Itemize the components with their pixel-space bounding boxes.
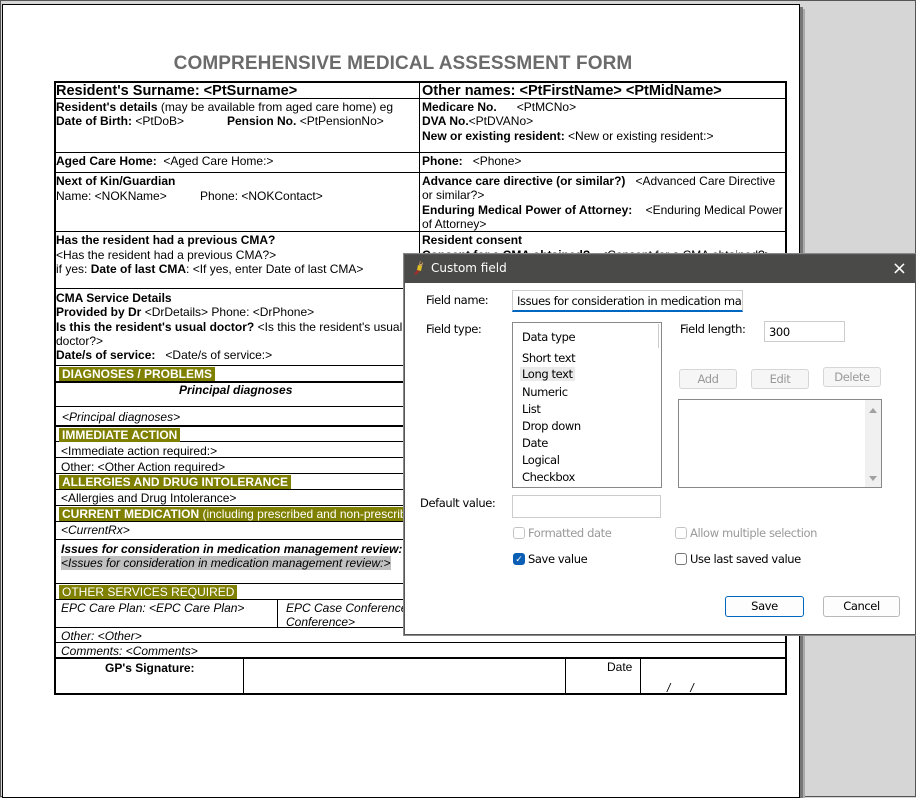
immediate-action-value: <Immediate action required:> xyxy=(61,444,218,458)
allergies-heading: ALLERGIES AND DRUG INTOLERANCE xyxy=(59,475,292,489)
nok-phone: Phone: <NOKContact> xyxy=(200,189,323,203)
new-existing-resident: New or existing resident: <New or existi… xyxy=(422,129,714,143)
residents-details: Resident's details (may be available fro… xyxy=(56,100,394,114)
enduring-power-attorney: Enduring Medical Power of Attorney: <End… xyxy=(422,203,783,217)
formatted-date-label: Formatted date xyxy=(528,526,612,540)
other-action: Other: <Other Action required> xyxy=(61,460,226,474)
resident-surname: Resident's Surname: <PtSurname> xyxy=(56,83,298,99)
other-services-heading: OTHER SERVICES REQUIRED xyxy=(59,585,238,599)
comments: Comments: <Comments> xyxy=(61,644,198,658)
page-title: COMPREHENSIVE MEDICAL ASSESSMENT FORM xyxy=(173,53,633,74)
table-divider xyxy=(565,657,566,695)
field-type-option[interactable]: Short text xyxy=(520,351,577,365)
cancel-button[interactable]: Cancel xyxy=(823,596,900,617)
listbox-scrollbar[interactable] xyxy=(658,324,659,348)
default-value-label: Default value: xyxy=(420,496,496,510)
allergies-value: <Allergies and Drug Intolerance> xyxy=(61,491,237,505)
field-type-header: Data type xyxy=(522,330,576,344)
date-of-birth: Date of Birth: <PtDoB> xyxy=(56,114,185,128)
use-last-saved-label: Use last saved value xyxy=(690,552,801,566)
add-button[interactable]: Add xyxy=(679,369,737,389)
edit-button[interactable]: Edit xyxy=(751,369,809,389)
field-type-option[interactable]: Logical xyxy=(520,453,562,467)
current-medication-heading: CURRENT MEDICATION (including prescribed… xyxy=(59,507,410,521)
nok-name: Name: <NOKName> xyxy=(56,189,167,203)
date-label: Date xyxy=(607,660,633,674)
field-name-label: Field name: xyxy=(426,293,489,307)
field-type-label: Field type: xyxy=(426,322,482,336)
gp-signature-label: GP's Signature: xyxy=(105,661,195,675)
save-button[interactable]: Save xyxy=(725,596,804,617)
field-type-option-selected[interactable]: Long text xyxy=(520,367,575,381)
previous-cma-heading: Has the resident had a previous CMA? xyxy=(56,233,276,247)
current-rx: <CurrentRx> xyxy=(61,523,130,537)
scroll-down-icon[interactable] xyxy=(869,476,877,481)
usual-doctor-cont: doctor?> xyxy=(56,334,104,348)
principal-diagnoses-value: <Principal diagnoses> xyxy=(62,410,181,424)
table-divider xyxy=(54,172,787,173)
dialog-title-bar[interactable]: Custom field × xyxy=(405,255,915,283)
table-divider xyxy=(54,231,787,232)
epc-case-conference-cont: Conference> xyxy=(286,615,356,629)
formatted-date-checkbox[interactable] xyxy=(513,527,525,539)
dialog-title: Custom field xyxy=(431,261,507,275)
other-names: Other names: <PtFirstName> <PtMidName> xyxy=(422,83,722,99)
diagnoses-heading: DIAGNOSES / PROBLEMS xyxy=(59,367,216,381)
immediate-action-heading: IMMEDIATE ACTION xyxy=(59,428,181,442)
save-value-checkbox[interactable]: ✓ xyxy=(513,553,525,565)
field-type-option[interactable]: Checkbox xyxy=(520,470,577,484)
date-slashes: / / xyxy=(667,681,694,695)
table-divider xyxy=(277,599,278,627)
field-type-listbox[interactable]: Data type Short text Long text Numeric L… xyxy=(512,322,662,488)
previous-cma-value: <Has the resident had a previous CMA?> xyxy=(56,248,277,262)
principal-diagnoses-heading: Principal diagnoses xyxy=(179,383,293,397)
delete-button[interactable]: Delete xyxy=(823,367,881,387)
field-length-input[interactable]: 300 xyxy=(764,321,845,342)
table-divider xyxy=(243,657,244,695)
table-divider xyxy=(54,642,787,643)
dva-no: DVA No.<PtDVANo> xyxy=(422,114,534,128)
close-icon[interactable]: × xyxy=(892,258,907,279)
save-value-label: Save value xyxy=(528,552,588,566)
field-length-label: Field length: xyxy=(680,322,746,336)
table-divider xyxy=(54,152,787,153)
use-last-saved-checkbox[interactable] xyxy=(675,553,687,565)
date-of-service: Date/s of service: <Date/s of service:> xyxy=(56,348,273,362)
resident-consent: Resident consent xyxy=(422,233,523,247)
scroll-up-icon[interactable] xyxy=(869,408,877,413)
field-name-input[interactable]: Issues for consideration in medication m… xyxy=(512,290,743,312)
issues-heading: Issues for consideration in medication m… xyxy=(61,542,403,556)
advance-care-directive-cont: or similar?> xyxy=(422,188,485,202)
table-divider xyxy=(640,657,641,695)
options-list[interactable] xyxy=(678,399,882,488)
field-type-option[interactable]: Drop down xyxy=(520,419,583,433)
allow-multiple-label: Allow multiple selection xyxy=(690,526,818,540)
aged-care-home: Aged Care Home: <Aged Care Home:> xyxy=(56,154,274,168)
issues-value: <Issues for consideration in medication … xyxy=(61,556,391,570)
app-bird-icon xyxy=(414,261,423,275)
enduring-power-attorney-cont: of Attorney> xyxy=(422,217,487,231)
pension-no: Pension No. <PtPensionNo> xyxy=(227,114,384,128)
advance-care-directive: Advance care directive (or similar?) <Ad… xyxy=(422,174,776,188)
field-type-option[interactable]: List xyxy=(520,402,543,416)
epc-care-plan: EPC Care Plan: <EPC Care Plan> xyxy=(61,601,245,615)
other-services-other: Other: <Other> xyxy=(61,629,142,643)
medicare-no: Medicare No. <PtMCNo> xyxy=(422,100,577,114)
allow-multiple-checkbox[interactable] xyxy=(675,527,687,539)
options-scrollbar[interactable] xyxy=(865,400,881,487)
nok-heading: Next of Kin/Guardian xyxy=(56,174,176,188)
cma-service-heading: CMA Service Details xyxy=(56,291,172,305)
usual-doctor: Is this the resident's usual doctor? <Is… xyxy=(56,320,403,334)
field-type-option[interactable]: Numeric xyxy=(520,385,570,399)
default-value-input[interactable] xyxy=(512,495,661,518)
field-type-option[interactable]: Date xyxy=(520,436,550,450)
provided-by-dr: Provided by Dr <DrDetails> Phone: <DrPho… xyxy=(56,305,315,319)
date-last-cma: if yes: Date of last CMA: <If yes, enter… xyxy=(56,262,364,276)
custom-field-dialog: Custom field × Field name: Issues for co… xyxy=(404,254,916,635)
phone: Phone: <Phone> xyxy=(422,154,522,168)
epc-case-conference: EPC Case Conference xyxy=(286,601,408,615)
